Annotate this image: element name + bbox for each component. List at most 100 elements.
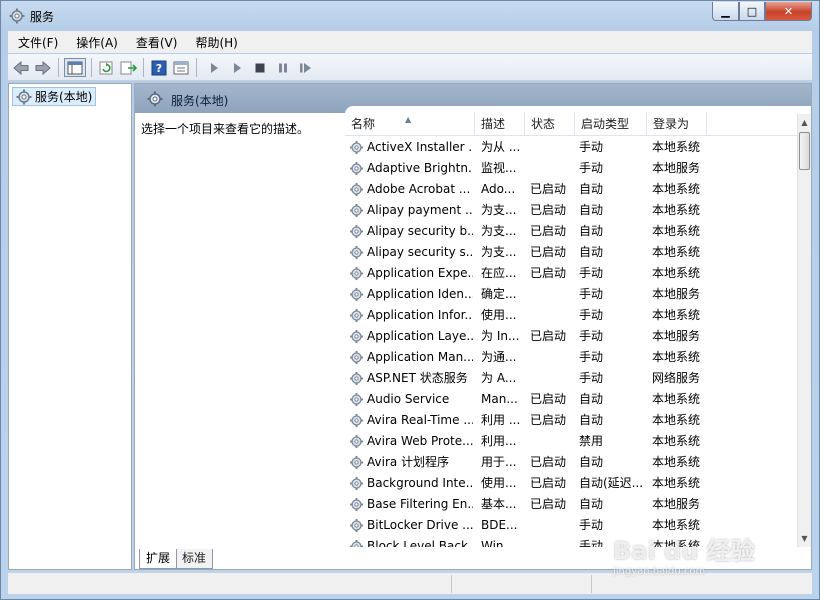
stop-service-icon: [255, 63, 265, 72]
service-logon-as: 本地服务: [652, 287, 701, 301]
table-row[interactable]: Alipay security s... 为支... 已启动 自动 本地系统: [345, 242, 797, 263]
close-button[interactable]: ✕: [765, 2, 812, 21]
service-logon-as: 本地系统: [652, 455, 701, 469]
column-header-startup[interactable]: 启动类型: [575, 112, 647, 136]
service-gear-icon: [349, 140, 364, 155]
column-header-desc[interactable]: 描述: [475, 112, 525, 136]
table-row[interactable]: Avira Web Prote... 利用... 禁用 本地系统: [345, 431, 797, 452]
service-status: 已启动: [530, 266, 567, 280]
minimize-button[interactable]: ▁: [712, 2, 739, 21]
service-gear-icon: [349, 266, 364, 281]
properties-button[interactable]: [171, 58, 191, 77]
service-name: Application Man...: [367, 350, 473, 364]
table-row[interactable]: Alipay security b... 为支... 已启动 自动 本地系统: [345, 221, 797, 242]
table-row[interactable]: Application Laye... 为 In... 已启动 手动 本地服务: [345, 326, 797, 347]
tree-item-label: 服务(本地): [35, 90, 93, 104]
pause-service-button[interactable]: [273, 58, 293, 77]
column-header-status[interactable]: 状态: [525, 112, 575, 136]
refresh-button[interactable]: [96, 58, 116, 77]
service-status: [530, 347, 576, 368]
scroll-thumb[interactable]: [799, 132, 810, 170]
table-row[interactable]: Application Infor... 使用... 手动 本地系统: [345, 305, 797, 326]
service-status: [530, 284, 576, 305]
restart-service-button[interactable]: [296, 58, 316, 77]
forward-button[interactable]: [33, 58, 53, 77]
column-header-row: ▲ 名称 描述 状态 启动类型 登录为: [345, 112, 797, 136]
toolbar-separator: [58, 58, 59, 77]
service-startup-type: 自动: [579, 413, 604, 427]
service-status: 已启动: [530, 413, 567, 427]
toolbar: ?: [8, 54, 812, 81]
watermark-logo: Bai du 经验 jingyan.baidu.com: [613, 537, 755, 577]
service-name: Alipay security s...: [367, 245, 473, 259]
table-row[interactable]: ActiveX Installer ... 为从 ... 手动 本地系统: [345, 137, 797, 158]
table-row[interactable]: Alipay payment ... 为支... 已启动 自动 本地系统: [345, 200, 797, 221]
service-status: 已启动: [530, 455, 567, 469]
service-logon-as: 本地系统: [652, 203, 701, 217]
export-list-button[interactable]: [118, 58, 138, 77]
vertical-scrollbar[interactable]: ▲ ▼: [797, 114, 811, 547]
service-name: Audio Service: [367, 392, 450, 406]
menu-action[interactable]: 操作(A): [66, 34, 126, 51]
service-status: [530, 137, 576, 158]
menu-help[interactable]: 帮助(H): [185, 34, 245, 51]
service-name: Adaptive Brightn...: [367, 161, 473, 175]
service-logon-as: 本地服务: [652, 497, 701, 511]
title-bar[interactable]: 服务 ▁ □ ✕: [1, 1, 819, 31]
service-gear-icon: [349, 287, 364, 302]
service-description: 使用...: [481, 308, 517, 322]
table-row[interactable]: ASP.NET 状态服务为 A... 手动 网络服务: [345, 368, 797, 389]
service-status: 已启动: [530, 224, 567, 238]
service-rows: ActiveX Installer ... 为从 ... 手动 本地系统 Adaptiv…: [345, 137, 797, 547]
start-service-button[interactable]: [204, 58, 224, 77]
service-startup-type: 手动: [579, 371, 604, 385]
back-arrow-icon: [13, 60, 29, 75]
service-description: 利用 ...: [481, 413, 521, 427]
stop-service-button[interactable]: [250, 58, 270, 77]
service-description: 用于...: [481, 455, 517, 469]
column-header-logon[interactable]: 登录为: [647, 112, 707, 136]
start-service-alt-button[interactable]: [227, 58, 247, 77]
tab-extended[interactable]: 扩展: [139, 549, 178, 569]
table-row[interactable]: Application Expe... 在应... 已启动 手动 本地系统: [345, 263, 797, 284]
properties-icon: [173, 61, 189, 74]
service-startup-type: 手动: [579, 161, 604, 175]
services-list: ▲ 名称 描述 状态 启动类型 登录为 ActiveX Installer ..…: [345, 106, 811, 547]
table-row[interactable]: Avira Real-Time ... 利用 ... 已启动 自动 本地系统: [345, 410, 797, 431]
table-row[interactable]: Application Man... 为通... 手动 本地系统: [345, 347, 797, 368]
service-description: 为从 ...: [481, 140, 521, 154]
scroll-down-icon[interactable]: ▼: [798, 530, 811, 547]
scroll-up-icon[interactable]: ▲: [798, 114, 811, 131]
service-status: [530, 368, 576, 389]
maximize-button[interactable]: □: [739, 2, 765, 21]
service-description: 为通...: [481, 350, 517, 364]
column-header-name[interactable]: ▲ 名称: [345, 112, 475, 136]
table-row[interactable]: Adaptive Brightn... 监视... 手动 本地服务: [345, 158, 797, 179]
service-name: Avira Web Prote...: [367, 434, 473, 448]
service-logon-as: 本地系统: [652, 476, 701, 490]
service-name: Adobe Acrobat ...: [367, 182, 471, 196]
service-gear-icon: [349, 203, 364, 218]
toolbar-separator: [143, 58, 144, 77]
tree-item-services-local[interactable]: 服务(本地): [12, 87, 97, 106]
table-row[interactable]: Base Filtering En... 基本... 已启动 自动 本地服务: [345, 494, 797, 515]
service-gear-icon: [349, 350, 364, 365]
service-gear-icon: [349, 371, 364, 386]
table-row[interactable]: Adobe Acrobat ... Ado... 已启动 自动 本地系统: [345, 179, 797, 200]
show-console-tree-button[interactable]: [64, 58, 86, 77]
back-button[interactable]: [11, 58, 31, 77]
details-header-title: 服务(本地): [171, 94, 229, 108]
tab-standard[interactable]: 标准: [175, 549, 214, 569]
service-description: 利用...: [481, 434, 517, 448]
help-button[interactable]: ?: [149, 58, 169, 77]
table-row[interactable]: Background Inte... 使用... 已启动 自动(延迟... 本地系统: [345, 473, 797, 494]
menu-file[interactable]: 文件(F): [8, 34, 66, 51]
table-row[interactable]: Application Iden... 确定... 手动 本地服务: [345, 284, 797, 305]
table-row[interactable]: Avira 计划程序 用于... 已启动 自动 本地系统: [345, 452, 797, 473]
service-gear-icon: [349, 308, 364, 323]
service-status: 已启动: [530, 245, 567, 259]
service-gear-icon: [349, 476, 364, 491]
menu-view[interactable]: 查看(V): [126, 34, 186, 51]
service-status: 已启动: [530, 329, 567, 343]
table-row[interactable]: Audio Service Man... 已启动 自动 本地系统: [345, 389, 797, 410]
